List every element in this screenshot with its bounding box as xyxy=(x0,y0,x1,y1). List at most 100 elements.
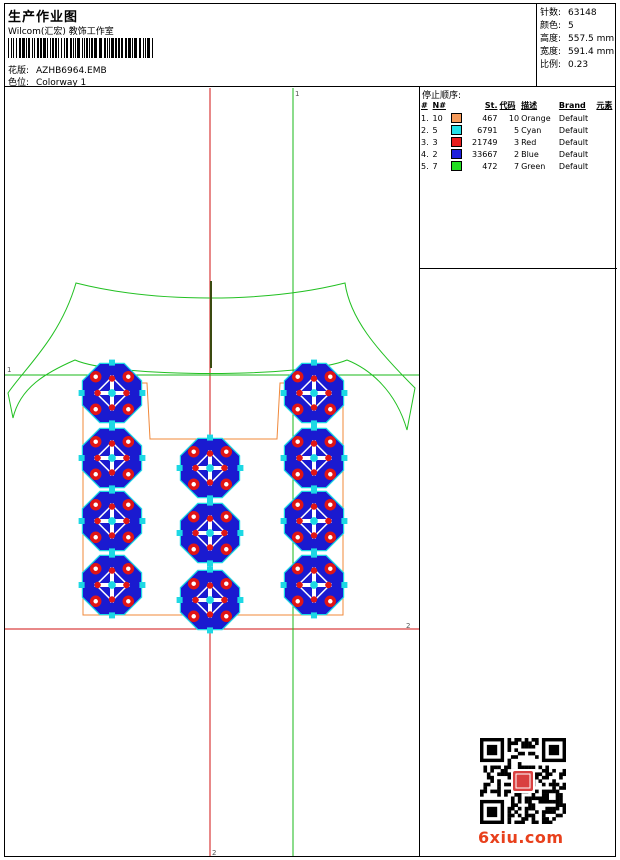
barcode-bar xyxy=(147,38,150,58)
motif-petal-dot xyxy=(295,535,300,540)
header: 生产作业图 Wilcom(汇宏) 教饰工作室 花版: AZHB6964.EMB 色… xyxy=(4,3,616,88)
qr-module xyxy=(535,810,539,814)
motif-petal-dot xyxy=(295,374,300,379)
barcode-bar xyxy=(145,38,146,58)
motif-cyan-tip xyxy=(311,359,317,366)
qr-module xyxy=(531,817,536,821)
qr-module xyxy=(528,796,532,801)
barcode-bar xyxy=(11,38,12,58)
qr-module xyxy=(538,765,543,770)
qr-module xyxy=(514,793,519,797)
motif-petal-dot xyxy=(93,407,98,412)
motif-red-accent xyxy=(296,581,303,589)
qr-module xyxy=(507,738,512,742)
barcode-bar xyxy=(66,38,68,58)
motif-petal-dot xyxy=(224,449,229,454)
motif-center xyxy=(206,596,214,604)
stat-label: 比例: xyxy=(540,60,562,70)
motif-red-accent xyxy=(310,404,318,411)
qr-module xyxy=(497,772,501,777)
qr-module xyxy=(490,775,494,780)
motif-red-accent xyxy=(108,440,116,447)
barcode-bar xyxy=(8,38,9,58)
qr-module xyxy=(524,817,529,821)
motif-petal-dot xyxy=(328,472,333,477)
qr-finder-core xyxy=(486,806,498,818)
motif-petal-dot xyxy=(224,614,229,619)
qr-module xyxy=(517,738,522,742)
barcode-bar xyxy=(139,38,141,58)
motif-petal-dot xyxy=(328,599,333,604)
qr-module xyxy=(521,744,525,749)
motif-cyan-tip xyxy=(237,530,244,536)
motif-red-accent xyxy=(108,532,116,539)
motif-red-accent xyxy=(221,529,228,537)
motif-red-accent xyxy=(310,440,318,447)
motif-petal-dot xyxy=(191,547,196,552)
row-brand: Default xyxy=(558,125,589,135)
barcode-bar xyxy=(52,38,54,58)
embroidery-motif xyxy=(176,434,244,502)
qr-module xyxy=(545,775,549,780)
qr-module xyxy=(510,806,515,811)
qr-module xyxy=(538,796,543,801)
motif-cyan-tip xyxy=(280,518,287,524)
qr-module xyxy=(500,768,505,773)
motif-cyan-tip xyxy=(341,582,348,588)
motif-petal-dot xyxy=(328,374,333,379)
qr-module xyxy=(528,806,532,811)
qr-module xyxy=(535,775,539,780)
qr-module xyxy=(545,765,549,770)
motif-red-accent xyxy=(192,596,199,604)
qr-module xyxy=(548,789,553,794)
barcode-bar xyxy=(84,38,85,58)
qr-module xyxy=(545,789,549,794)
row-swatch xyxy=(450,124,466,136)
qr-module xyxy=(490,765,494,770)
motif-cyan-tip xyxy=(207,560,213,567)
qr-module xyxy=(514,755,519,759)
qr-module xyxy=(545,820,549,824)
motif-petal-dot xyxy=(191,514,196,519)
row-brand: Default xyxy=(558,149,589,159)
row-code: 10 xyxy=(508,113,520,123)
qr-module xyxy=(517,813,522,818)
axis-label: 1 xyxy=(7,366,11,374)
qr-module xyxy=(490,789,494,794)
row-brand: Default xyxy=(558,161,589,171)
qr-module xyxy=(531,738,536,742)
qr-module xyxy=(535,741,539,746)
col-brand: Brand xyxy=(558,101,586,110)
motif-cyan-tip xyxy=(109,612,115,619)
motif-petal-dot xyxy=(93,599,98,604)
color-swatch xyxy=(451,149,463,159)
qr-module xyxy=(555,799,560,804)
motif-red-accent xyxy=(325,454,332,462)
motif-center xyxy=(206,529,214,537)
color-table-row: 5. 7 472 7 Green Default xyxy=(420,160,617,172)
embroidery-motif xyxy=(280,359,348,427)
qr-module xyxy=(552,768,556,773)
qr-module xyxy=(541,817,546,821)
qr-module xyxy=(490,779,494,783)
qr-module xyxy=(541,810,546,814)
qr-module xyxy=(541,820,546,824)
qr-module xyxy=(548,810,553,814)
stat-stitches: 针数: 63148 xyxy=(540,5,597,18)
motif-petal-dot xyxy=(93,502,98,507)
barcode-bar xyxy=(118,38,120,58)
motif-red-accent xyxy=(123,389,130,397)
barcode-bar xyxy=(109,38,110,58)
qr-finder-core xyxy=(548,744,560,756)
row-element xyxy=(595,124,617,136)
motif-cyan-tip xyxy=(78,455,85,461)
design-canvas: 1 2 1 2 xyxy=(5,88,419,856)
motif-red-accent xyxy=(94,517,101,525)
col-needle: N# xyxy=(432,101,446,110)
qr-module xyxy=(555,793,560,797)
qr-module xyxy=(535,796,539,801)
row-index: 4. xyxy=(421,149,429,159)
watermark-logo: 6xiu.com xyxy=(478,828,564,847)
motif-red-accent xyxy=(108,596,116,603)
motif-red-accent xyxy=(206,515,214,522)
